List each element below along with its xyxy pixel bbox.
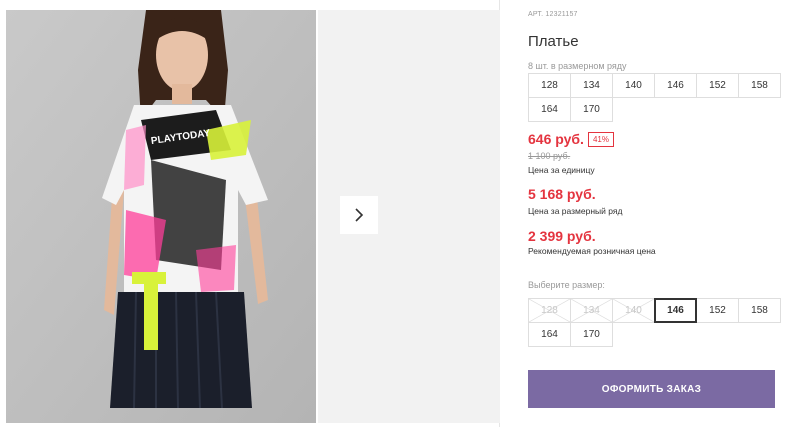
size-option-134: 134 bbox=[570, 298, 613, 323]
size-range-grid: 128 134 140 146 152 158 164 170 bbox=[528, 73, 781, 122]
size-row-price-label: Цена за размерный ряд bbox=[528, 206, 623, 216]
size-option-158[interactable]: 158 bbox=[738, 298, 781, 323]
size-count-note: 8 шт. в размерном ряду bbox=[528, 61, 627, 71]
product-info-panel: АРТ. 12321157 Платье 8 шт. в размерном р… bbox=[528, 0, 790, 427]
range-size-cell: 134 bbox=[570, 73, 613, 98]
old-price: 1 100 руб. bbox=[528, 151, 571, 161]
range-size-cell: 158 bbox=[738, 73, 781, 98]
unit-price-row: 646 руб. 41% bbox=[528, 131, 614, 147]
place-order-button[interactable]: ОФОРМИТЬ ЗАКАЗ bbox=[528, 370, 775, 408]
range-size-cell: 164 bbox=[528, 97, 571, 122]
size-selector-grid: 128 134 140 146 152 158 164 170 bbox=[528, 298, 781, 347]
product-title: Платье bbox=[528, 33, 579, 50]
size-option-170[interactable]: 170 bbox=[570, 322, 613, 347]
size-option-146[interactable]: 146 bbox=[654, 298, 697, 323]
article-number: АРТ. 12321157 bbox=[528, 11, 578, 18]
size-option-140: 140 bbox=[612, 298, 655, 323]
size-option-152[interactable]: 152 bbox=[696, 298, 739, 323]
unit-price: 646 руб. bbox=[528, 131, 584, 147]
product-gallery: PLAYTODAY bbox=[0, 0, 500, 427]
range-size-cell: 128 bbox=[528, 73, 571, 98]
range-size-cell: 152 bbox=[696, 73, 739, 98]
choose-size-label: Выберите размер: bbox=[528, 280, 605, 290]
chevron-right-icon bbox=[355, 208, 364, 222]
retail-price: 2 399 руб. bbox=[528, 228, 596, 244]
next-photo-button[interactable] bbox=[340, 196, 378, 234]
range-size-cell: 170 bbox=[570, 97, 613, 122]
size-row-price: 5 168 руб. bbox=[528, 186, 596, 202]
retail-price-label: Рекомендуемая розничная цена bbox=[528, 246, 656, 256]
unit-price-label: Цена за единицу bbox=[528, 165, 595, 175]
size-option-128: 128 bbox=[528, 298, 571, 323]
range-size-cell: 140 bbox=[612, 73, 655, 98]
size-option-164[interactable]: 164 bbox=[528, 322, 571, 347]
discount-badge: 41% bbox=[587, 131, 614, 147]
range-size-cell: 146 bbox=[654, 73, 697, 98]
product-photo[interactable]: PLAYTODAY bbox=[6, 10, 316, 423]
model-image: PLAYTODAY bbox=[6, 10, 316, 423]
